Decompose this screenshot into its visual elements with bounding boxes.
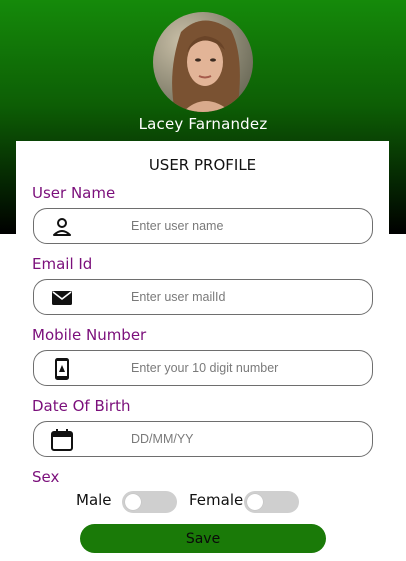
mobile-icon — [51, 358, 73, 380]
sex-options: Male Female — [16, 491, 389, 515]
male-toggle[interactable] — [122, 491, 177, 513]
profile-card: USER PROFILE User Name Email Id Mobile N… — [16, 141, 389, 561]
female-toggle[interactable] — [244, 491, 299, 513]
profile-name: Lacey Farnandez — [138, 115, 268, 133]
user-name-label: User Name — [32, 184, 116, 202]
user-name-field[interactable] — [33, 208, 373, 244]
male-label: Male — [76, 491, 112, 509]
male-toggle-knob — [125, 494, 141, 510]
mobile-input[interactable] — [131, 357, 356, 379]
dob-field[interactable] — [33, 421, 373, 457]
mobile-label: Mobile Number — [32, 326, 147, 344]
calendar-icon — [51, 429, 73, 451]
email-field[interactable] — [33, 279, 373, 315]
dob-input[interactable] — [131, 428, 356, 450]
mobile-field[interactable] — [33, 350, 373, 386]
sex-label: Sex — [32, 468, 60, 486]
avatar[interactable] — [153, 12, 253, 112]
card-title: USER PROFILE — [148, 156, 257, 174]
user-name-input[interactable] — [131, 215, 356, 237]
person-icon — [51, 216, 73, 238]
email-label: Email Id — [32, 255, 93, 273]
dob-label: Date Of Birth — [32, 397, 131, 415]
female-label: Female — [189, 491, 244, 509]
mail-icon — [51, 287, 73, 309]
female-toggle-knob — [247, 494, 263, 510]
avatar-photo — [153, 12, 253, 112]
save-button[interactable]: Save — [80, 524, 326, 553]
email-input[interactable] — [131, 286, 356, 308]
